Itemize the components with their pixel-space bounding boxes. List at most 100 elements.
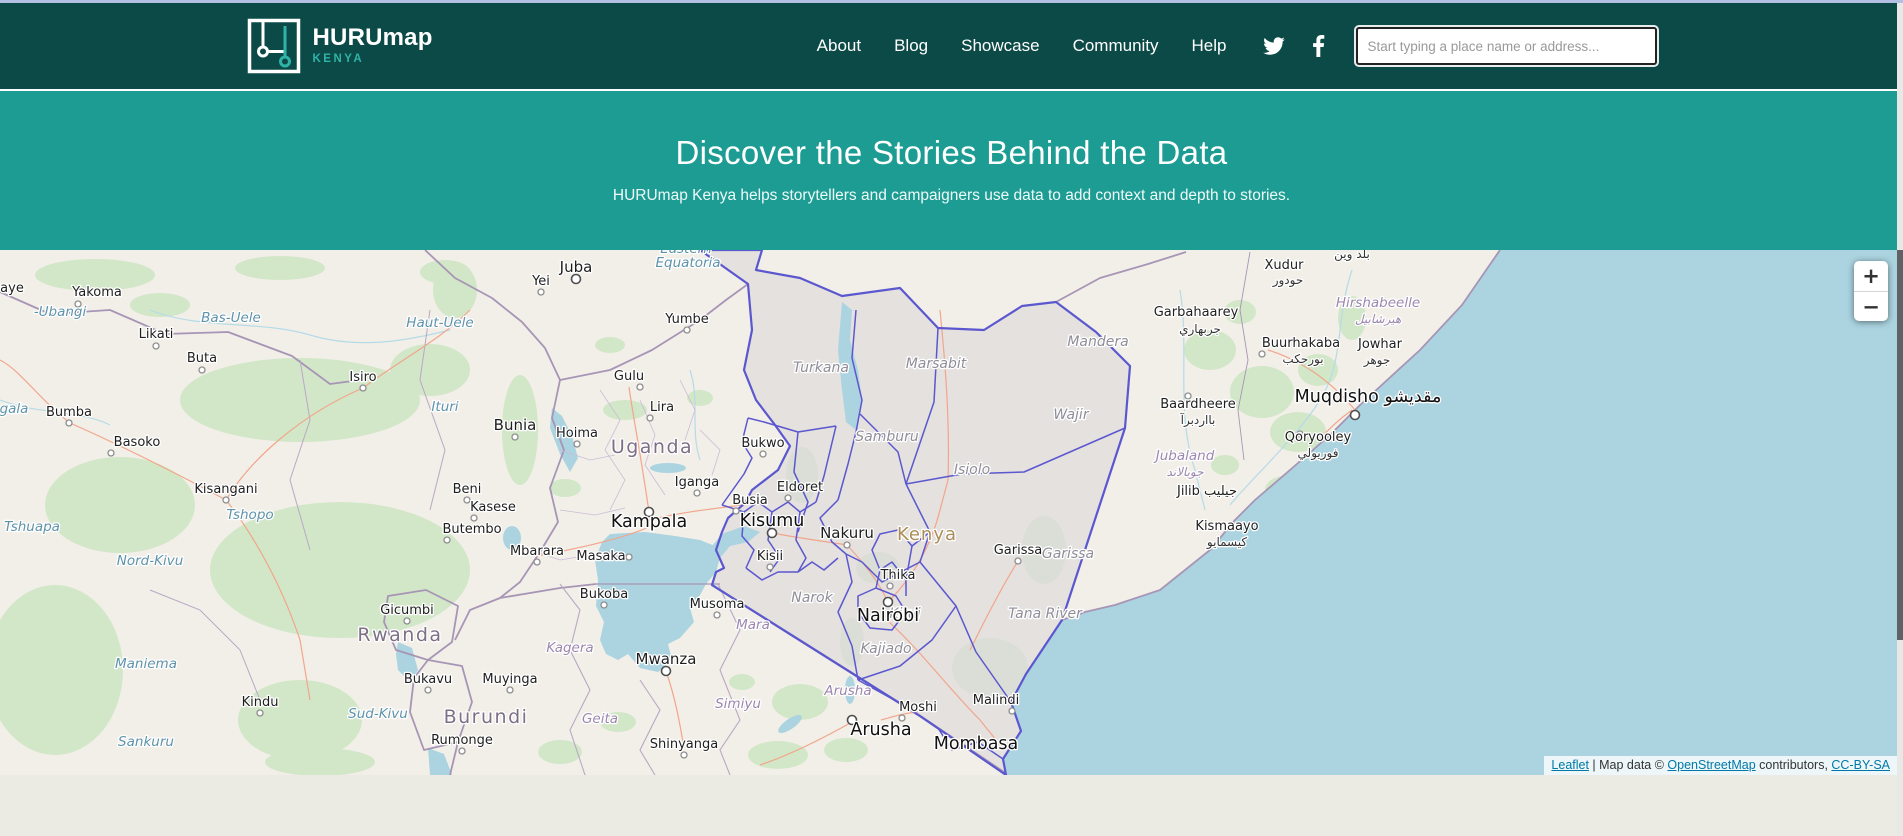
map-label: Kisumu	[740, 511, 805, 531]
city-marker	[512, 434, 518, 440]
map-label: Musoma	[690, 597, 745, 612]
map-label: Bukavu	[404, 672, 452, 687]
zoom-in-button[interactable]: +	[1854, 261, 1888, 291]
map-label: Maniema	[115, 656, 177, 672]
map-label: جوبالاند	[1166, 465, 1204, 479]
footer-strip	[0, 775, 1903, 836]
facebook-icon[interactable]	[1312, 35, 1325, 57]
nav-blog[interactable]: Blog	[894, 36, 928, 56]
map-label: Bas-Uele	[201, 310, 261, 326]
map-canvas: aye-UbangiYakomaBas-UeleLikatiHaut-UeleB…	[0, 250, 1903, 775]
nav-showcase[interactable]: Showcase	[961, 36, 1039, 56]
map-label: Kenya	[897, 524, 957, 545]
city-marker	[647, 415, 653, 421]
map-label: Kampala	[611, 512, 687, 532]
map-label: Thika	[879, 568, 915, 583]
map-label: حودور	[1272, 273, 1304, 288]
map-label: Mwanza	[636, 650, 697, 668]
search-input[interactable]	[1356, 27, 1657, 65]
map-label: Bukoba	[580, 587, 628, 602]
map-label: Lira	[650, 400, 674, 415]
zoom-out-button[interactable]: −	[1854, 291, 1888, 321]
city-marker	[444, 537, 450, 543]
map-label: Nairobi	[857, 606, 919, 626]
map-label: Hoima	[556, 426, 598, 441]
map-label: Juba	[559, 258, 593, 276]
city-marker	[360, 385, 366, 391]
map-label: Tana River	[1008, 606, 1083, 622]
site-header: HURUmap KENYA About Blog Showcase Commun…	[0, 3, 1903, 91]
map-label: Bunia	[494, 416, 537, 434]
city-marker	[507, 687, 513, 693]
map-label: Turkana	[793, 360, 849, 376]
hero-subtitle: HURUmap Kenya helps storytellers and cam…	[0, 187, 1903, 205]
map-label: Bumba	[46, 405, 92, 420]
map-label: Baardheere	[1160, 397, 1236, 412]
map-label: Likati	[139, 327, 174, 342]
social-links	[1263, 35, 1325, 57]
hurumap-logo[interactable]: HURUmap KENYA	[247, 18, 433, 74]
map-label: Garissa	[994, 543, 1043, 558]
cc-by-sa-link[interactable]: CC-BY-SA	[1831, 758, 1890, 772]
nav-help[interactable]: Help	[1192, 36, 1227, 56]
city-marker	[66, 420, 72, 426]
city-marker	[694, 490, 700, 496]
city-marker	[760, 451, 766, 457]
lake-kyoga	[650, 463, 686, 473]
attribution-text-2: contributors,	[1756, 758, 1832, 772]
map-label: Burundi	[444, 706, 529, 728]
map-label: فوريولي	[1298, 446, 1339, 461]
city-marker	[844, 542, 850, 548]
map-label: Buta	[187, 351, 217, 366]
map-label: Arusha	[823, 683, 871, 699]
map-label: Arusha	[850, 720, 911, 740]
logo-title: HURUmap	[313, 26, 433, 50]
map-label: Beni	[453, 482, 482, 497]
map-label: بلد وين	[1334, 250, 1370, 262]
map-label: Rwanda	[357, 624, 442, 646]
map-label: Iganga	[675, 475, 720, 490]
twitter-icon[interactable]	[1263, 37, 1285, 55]
map-label: Ituri	[431, 399, 458, 415]
map-label: جوهر	[1363, 353, 1391, 368]
page-scrollbar-thumb[interactable]	[1897, 250, 1903, 640]
nav-about[interactable]: About	[817, 36, 861, 56]
city-marker	[471, 515, 477, 521]
map-label: Yumbe	[664, 312, 709, 327]
map-label: Basoko	[114, 435, 161, 450]
city-marker	[681, 752, 687, 758]
map-label: Geita	[582, 711, 618, 727]
city-marker	[767, 564, 773, 570]
leaflet-link[interactable]: Leaflet	[1551, 758, 1589, 772]
map-label: جربهاري	[1179, 322, 1221, 337]
map-label: هيرشابيل	[1355, 312, 1401, 326]
nav-community[interactable]: Community	[1073, 36, 1159, 56]
city-marker	[464, 497, 470, 503]
map-label: Gulu	[614, 369, 644, 384]
map-label: Tshuapa	[4, 519, 60, 535]
map-label: Sud-Kivu	[348, 706, 408, 722]
map-label: -Ubangi	[34, 304, 87, 320]
map-label: Rumonge	[431, 733, 493, 748]
map-label: Tshopo	[226, 507, 273, 523]
city-marker	[1015, 558, 1021, 564]
city-marker	[459, 748, 465, 754]
leaflet-map[interactable]: aye-UbangiYakomaBas-UeleLikatiHaut-UeleB…	[0, 250, 1903, 775]
city-marker	[425, 687, 431, 693]
map-label: Kagera	[546, 640, 593, 656]
map-label: Kasese	[470, 500, 516, 515]
attribution-text-1: | Map data ©	[1589, 758, 1667, 772]
map-label: aye	[0, 281, 24, 296]
city-marker	[153, 343, 159, 349]
map-label: Eldoret	[777, 480, 823, 495]
map-label: Mbarara	[510, 544, 564, 559]
hurumap-logo-icon	[247, 18, 301, 74]
map-label: Narok	[791, 590, 833, 606]
map-label: Nakuru	[820, 524, 874, 542]
openstreetmap-link[interactable]: OpenStreetMap	[1667, 758, 1755, 772]
map-label: Wajir	[1053, 407, 1089, 423]
city-marker	[1351, 411, 1360, 420]
city-marker	[1009, 708, 1015, 714]
map-label: gala	[0, 401, 28, 417]
map-label: بورحکب	[1282, 352, 1323, 367]
